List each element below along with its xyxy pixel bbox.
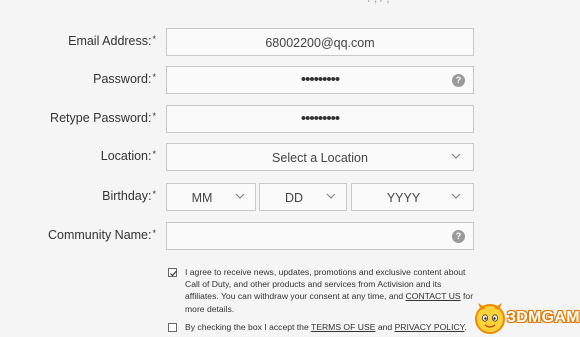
watermark: 3DMGAME — [470, 300, 580, 335]
location-row: Location:* Select a Location — [0, 143, 580, 173]
birthday-label: Birthday:* — [102, 189, 156, 203]
help-icon[interactable]: ? — [452, 230, 465, 243]
email-row: Email Address:* 68002200@qq.com — [0, 28, 580, 58]
checkmark-icon — [170, 270, 177, 277]
chevron-down-icon — [451, 153, 461, 159]
terms-consent-checkbox[interactable] — [168, 323, 177, 332]
retype-row: Retype Password:* ••••••••• — [0, 105, 580, 135]
birthday-month-select[interactable]: MM — [166, 183, 256, 211]
top-cut-text: / , / , — [368, 0, 389, 5]
contact-us-link[interactable]: CONTACT US — [406, 291, 461, 301]
email-field[interactable]: 68002200@qq.com — [166, 28, 474, 56]
password-label: Password:* — [93, 72, 156, 86]
news-consent-checkbox[interactable] — [168, 268, 177, 277]
terms-prefix: By checking the box I accept the — [185, 322, 309, 332]
retype-password-label: Retype Password:* — [50, 111, 156, 125]
watermark-text: 3DMGAME — [507, 309, 580, 326]
retype-password-value: ••••••••• — [300, 110, 340, 127]
chevron-down-icon — [235, 193, 245, 199]
location-select[interactable]: Select a Location — [166, 143, 474, 171]
password-field[interactable]: ••••••••• ? — [166, 66, 474, 94]
privacy-policy-link[interactable]: PRIVACY POLICY — [395, 322, 465, 332]
community-row: Community Name:* ? — [0, 222, 580, 252]
terms-and: and — [377, 322, 393, 332]
community-name-label: Community Name:* — [47, 228, 156, 242]
birthday-day-select[interactable]: DD — [259, 183, 347, 211]
help-icon[interactable]: ? — [452, 74, 465, 87]
retype-password-field[interactable]: ••••••••• — [166, 105, 474, 133]
watermark-logo-icon — [475, 303, 505, 334]
birthday-row: Birthday:* MM DD YYYY — [0, 183, 580, 213]
year-value: YYYY — [386, 191, 421, 205]
location-placeholder: Select a Location — [272, 151, 368, 165]
terms-of-use-link[interactable]: TERMS OF USE — [311, 322, 375, 332]
password-row: Password:* ••••••••• ? — [0, 66, 580, 96]
news-consent: I agree to receive news, updates, promot… — [168, 266, 475, 316]
news-consent-text: I agree to receive news, updates, promot… — [185, 266, 475, 315]
month-value: MM — [191, 191, 213, 205]
password-value: ••••••••• — [300, 71, 340, 88]
day-value: DD — [284, 191, 304, 205]
chevron-down-icon — [326, 193, 336, 199]
email-label: Email Address:* — [68, 34, 156, 48]
birthday-year-select[interactable]: YYYY — [351, 183, 474, 211]
community-name-field[interactable]: ? — [166, 222, 474, 250]
terms-consent-text: By checking the box I accept the TERMS O… — [185, 321, 475, 333]
location-label: Location:* — [100, 149, 156, 163]
chevron-down-icon — [451, 193, 461, 199]
terms-end: . — [464, 322, 467, 332]
email-value: 68002200@qq.com — [265, 36, 375, 50]
